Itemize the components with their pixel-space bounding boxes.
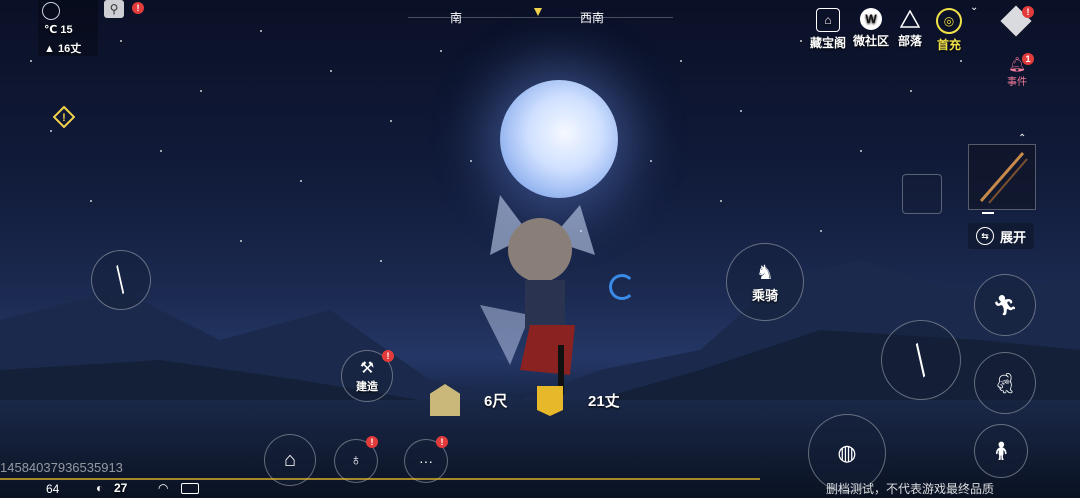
community-w-icon: W xyxy=(860,8,882,30)
tent-distance: 6尺 xyxy=(484,393,508,410)
blade-icon: ╱ xyxy=(905,343,937,377)
chat-bubble-icon: ··· xyxy=(419,453,433,469)
bottom-status-bar: 64 ◐ 27 ◠ 删档测试，不代表游戏最终品质 xyxy=(0,478,1080,498)
house-icon: ⌂ xyxy=(283,448,297,471)
altitude-readout: ▲ 16丈 xyxy=(44,43,82,55)
crouch-skill-button[interactable]: 🧍︎ xyxy=(974,424,1028,478)
settings-badge: ! xyxy=(1022,6,1034,18)
gate-distance: 21丈 xyxy=(588,393,620,410)
bag-badge: ! xyxy=(366,436,378,448)
bowl-icon[interactable] xyxy=(902,174,942,214)
expand-button[interactable]: ⇆ 展开 xyxy=(968,223,1034,249)
spear-icon xyxy=(979,152,1028,204)
fps-readout: 64 xyxy=(46,482,60,496)
bag-icon: ♁ xyxy=(350,452,362,469)
weapon-slot[interactable] xyxy=(968,144,1036,210)
chat-badge: ! xyxy=(436,436,448,448)
compass-bar: 南 西南 xyxy=(408,8,673,26)
expand-circle-icon: ⇆ xyxy=(975,227,994,245)
menu-community[interactable]: W 微社区 xyxy=(851,8,891,49)
beast-icon: ◍ xyxy=(837,440,857,465)
leap-icon: 🏃︎ xyxy=(992,294,1018,317)
jump-skill-button[interactable]: 🕺︎ xyxy=(974,352,1036,414)
gate-marker-icon xyxy=(537,386,563,416)
spinner-icon xyxy=(609,274,635,300)
dodge-skill-button[interactable]: 🏃︎ xyxy=(974,274,1036,336)
up-arrow-icon[interactable]: ⌃ xyxy=(1018,133,1026,144)
warning-icon[interactable]: ! xyxy=(52,105,76,129)
left-weapon-button[interactable]: ╱ xyxy=(91,250,151,310)
menu-first-recharge[interactable]: ◎ 首充 xyxy=(931,8,967,53)
player-id: 14584037936535913 xyxy=(0,460,123,475)
svg-text:!: ! xyxy=(62,112,66,124)
mountain-icon: ▲ xyxy=(44,43,55,55)
clock-icon xyxy=(42,2,60,20)
ride-button[interactable]: ♞ 乘骑 xyxy=(726,243,804,321)
character-icon[interactable]: ⚲ xyxy=(104,0,124,18)
stance-icon: 🕺︎ xyxy=(992,372,1018,395)
slot-page-indicator xyxy=(982,212,994,214)
test-disclaimer: 删档测试，不代表游戏最终品质 xyxy=(826,482,995,496)
wifi-icon: ◠ xyxy=(158,481,169,495)
ping-readout: 27 xyxy=(114,481,128,495)
temperature-readout: ℃ 15 xyxy=(44,24,73,36)
battery-icon xyxy=(181,483,199,494)
moon xyxy=(500,80,618,198)
player-character xyxy=(480,195,595,395)
hammer-icon: ⚒ xyxy=(359,360,375,377)
exp-bar xyxy=(0,478,760,480)
compass-southwest: 西南 xyxy=(580,11,605,25)
pavilion-icon: ⌂ xyxy=(816,8,840,32)
tribe-icon xyxy=(899,8,921,30)
attack-button[interactable]: ╱ xyxy=(881,320,961,400)
menu-treasure-pavilion[interactable]: ⌂ 藏宝阁 xyxy=(808,8,848,51)
crouch-icon: 🧍︎ xyxy=(989,440,1013,461)
horse-icon: ♞ xyxy=(756,262,774,284)
event-badge: 1 xyxy=(1022,53,1034,65)
status-panel: ℃ 15 ▲ 16丈 xyxy=(38,0,98,56)
menu-tribe[interactable]: 部落 xyxy=(892,8,928,49)
sword-icon: ╱ xyxy=(107,265,134,294)
ping-icon: ◐ xyxy=(96,481,104,495)
first-recharge-icon: ◎ xyxy=(936,8,962,34)
build-badge: ! xyxy=(382,350,394,362)
compass-south: 南 xyxy=(450,11,463,25)
collapse-arrow-icon[interactable]: ⌄ xyxy=(970,2,978,13)
compass-marker-icon xyxy=(534,8,542,16)
notification-badge: ! xyxy=(132,2,144,14)
